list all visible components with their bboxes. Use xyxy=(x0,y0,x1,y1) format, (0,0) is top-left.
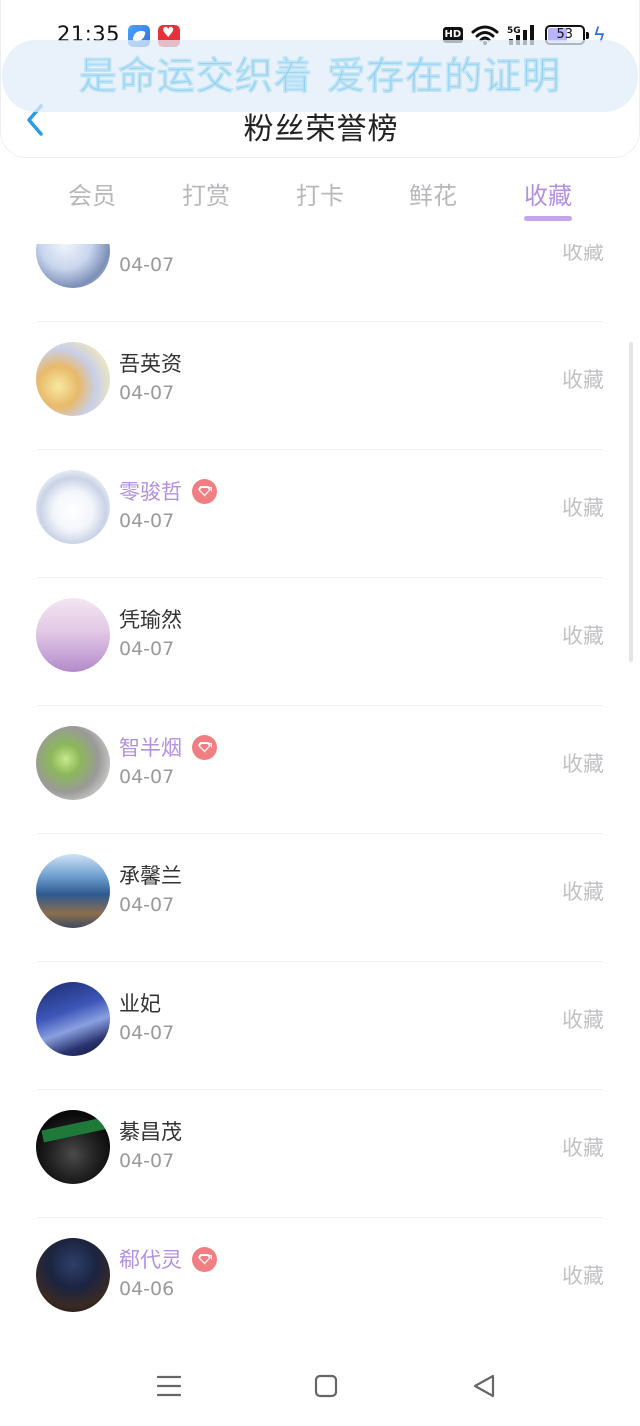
favorite-label: 收藏 xyxy=(562,1264,604,1288)
avatar xyxy=(36,244,110,288)
fan-name: 智半烟 xyxy=(119,736,182,760)
list-item[interactable]: 业妃 04-07 收藏 xyxy=(0,962,640,1090)
fan-name: 业妃 xyxy=(119,992,161,1016)
diamond-vip-icon xyxy=(192,1246,217,1272)
list-item[interactable]: 承馨兰 04-07 收藏 xyxy=(0,834,640,962)
list-item[interactable]: 綦昌茂 04-07 收藏 xyxy=(0,1090,640,1218)
avatar xyxy=(36,1238,110,1312)
system-nav-bar xyxy=(0,1346,640,1426)
tab-flowers[interactable]: 鲜花 xyxy=(378,176,488,211)
fan-date: 04-07 xyxy=(119,254,175,276)
list-item[interactable]: 凭瑜然 04-07 收藏 xyxy=(0,578,640,706)
fan-date: 04-07 xyxy=(119,1150,175,1172)
tab-reward[interactable]: 打赏 xyxy=(151,176,261,211)
home-square-icon[interactable] xyxy=(308,1368,344,1404)
tab-bar: 会员 打赏 打卡 鲜花 收藏 xyxy=(0,164,640,234)
scrollbar[interactable] xyxy=(629,342,633,662)
fan-name: 凭瑜然 xyxy=(119,608,182,632)
list-item[interactable]: 郗代灵 04-06 收藏 xyxy=(0,1218,640,1344)
list-item[interactable]: 智半烟 04-07 收藏 xyxy=(0,706,640,834)
menu-icon[interactable] xyxy=(151,1368,187,1404)
diamond-vip-icon xyxy=(192,734,217,760)
fan-date: 04-07 xyxy=(119,382,175,404)
fan-date: 04-07 xyxy=(119,1022,175,1044)
fan-list[interactable]: 04-07 收藏 吾英资 04-07 收藏 零骏哲 04-07 收藏 凭瑜然 0… xyxy=(0,244,640,1344)
favorite-label: 收藏 xyxy=(562,244,604,264)
favorite-label: 收藏 xyxy=(562,880,604,904)
back-triangle-icon[interactable] xyxy=(466,1368,502,1404)
lyric-overlay[interactable]: 是命运交织着 爱存在的证明 xyxy=(2,40,638,112)
tab-favorites[interactable]: 收藏 xyxy=(493,176,603,211)
favorite-label: 收藏 xyxy=(562,1136,604,1160)
avatar xyxy=(36,342,110,416)
battery-level: 53 xyxy=(556,27,574,42)
fan-date: 04-07 xyxy=(119,766,175,788)
fan-date: 04-07 xyxy=(119,510,175,532)
avatar xyxy=(36,854,110,928)
fan-name: 郗代灵 xyxy=(119,1248,182,1272)
fan-name: 綦昌茂 xyxy=(119,1120,182,1144)
avatar xyxy=(36,1110,110,1184)
favorite-label: 收藏 xyxy=(562,1008,604,1032)
fan-date: 04-07 xyxy=(119,638,175,660)
fan-name: 零骏哲 xyxy=(119,480,182,504)
avatar xyxy=(36,470,110,544)
diamond-vip-icon xyxy=(192,478,217,504)
fan-name: 承馨兰 xyxy=(119,864,182,888)
avatar xyxy=(36,982,110,1056)
fan-date: 04-06 xyxy=(119,1278,175,1300)
favorite-label: 收藏 xyxy=(562,368,604,392)
avatar-banner xyxy=(41,1116,110,1143)
favorite-label: 收藏 xyxy=(562,496,604,520)
avatar xyxy=(36,598,110,672)
fan-name: 吾英资 xyxy=(119,352,182,376)
tab-checkin[interactable]: 打卡 xyxy=(265,176,375,211)
lyric-text: 是命运交织着 爱存在的证明 xyxy=(78,54,562,99)
list-item[interactable]: 零骏哲 04-07 收藏 xyxy=(0,450,640,578)
list-item[interactable]: 04-07 收藏 xyxy=(0,244,640,322)
list-item[interactable]: 吾英资 04-07 收藏 xyxy=(0,322,640,450)
tab-member[interactable]: 会员 xyxy=(37,176,147,211)
avatar xyxy=(36,726,110,800)
favorite-label: 收藏 xyxy=(562,624,604,648)
favorite-label: 收藏 xyxy=(562,752,604,776)
fan-date: 04-07 xyxy=(119,894,175,916)
active-tab-indicator xyxy=(524,216,572,221)
